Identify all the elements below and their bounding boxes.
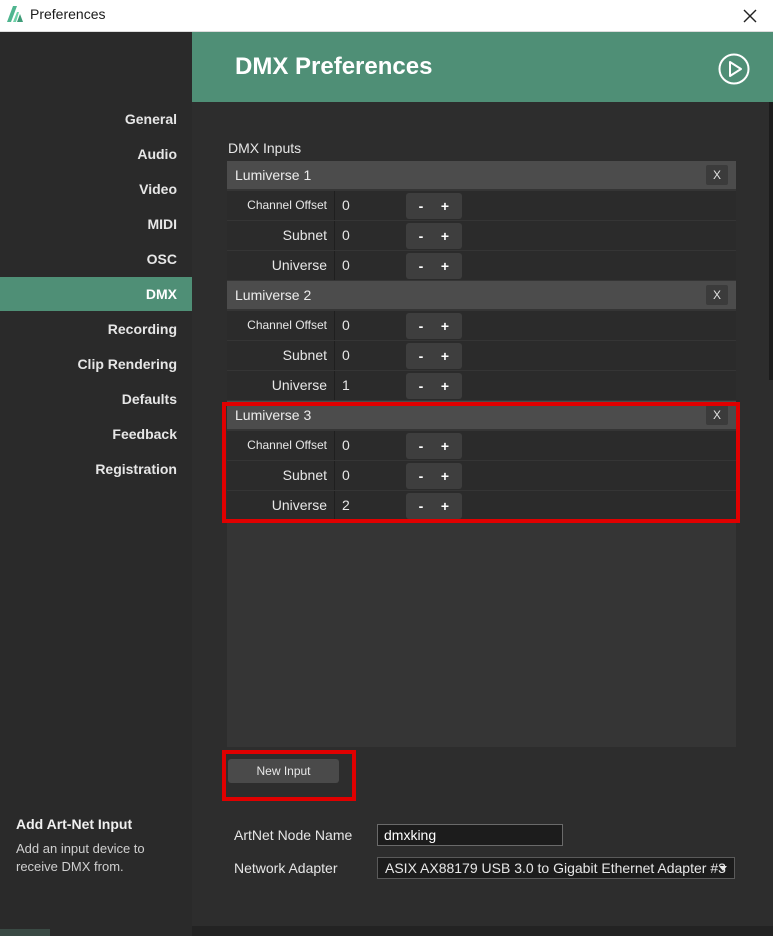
sidebar-item-dmx[interactable]: DMX [0,277,192,311]
universe-row: Universe 0 - + [227,251,736,280]
network-adapter-label: Network Adapter [234,860,338,876]
value-stepper: - + [406,223,462,249]
value-stepper: - + [406,193,462,219]
sidebar-item-video[interactable]: Video [0,172,192,206]
highlight-box [222,402,740,523]
universe-field[interactable]: 1 [342,371,350,400]
subnet-field[interactable]: 0 [342,221,350,250]
sidebar: General Audio Video MIDI OSC DMX Recordi… [0,32,192,936]
decrement-button[interactable]: - [409,253,433,279]
sidebar-item-registration[interactable]: Registration [0,452,192,486]
help-text: Add an input device to receive DMX from. [16,841,145,874]
decrement-button[interactable]: - [409,223,433,249]
remove-lumiverse-button[interactable]: X [706,285,728,305]
lumiverse-name: Lumiverse 2 [235,287,312,303]
row-divider [334,311,335,340]
play-circle-icon[interactable] [718,53,750,85]
sidebar-item-feedback[interactable]: Feedback [0,417,192,451]
channel-offset-row: Channel Offset 0 - + [227,191,736,220]
decrement-button[interactable]: - [409,373,433,399]
row-label: Universe [271,377,327,393]
decrement-button[interactable]: - [409,313,433,339]
row-divider [334,251,335,280]
artnet-node-name-label: ArtNet Node Name [234,827,353,843]
sidebar-item-midi[interactable]: MIDI [0,207,192,241]
channel-offset-field[interactable]: 0 [342,311,350,340]
sidebar-item-defaults[interactable]: Defaults [0,382,192,416]
lumiverse-group: Lumiverse 1 X Channel Offset 0 - + Subne… [227,161,736,281]
subnet-row: Subnet 0 - + [227,341,736,370]
lumiverse-header: Lumiverse 1 X [227,161,736,189]
increment-button[interactable]: + [433,253,457,279]
main-panel: DMX Preferences DMX Inputs Lumiverse 1 X… [192,32,773,936]
scrollbar[interactable] [769,102,773,380]
page-title: DMX Preferences [235,53,433,80]
title-bar: Preferences [0,0,773,32]
value-stepper: - + [406,373,462,399]
sidebar-item-recording[interactable]: Recording [0,312,192,346]
decrement-button[interactable]: - [409,193,433,219]
network-adapter-value: ASIX AX88179 USB 3.0 to Gigabit Ethernet… [385,860,726,876]
increment-button[interactable]: + [433,343,457,369]
channel-offset-row: Channel Offset 0 - + [227,311,736,340]
row-divider [334,221,335,250]
row-label: Universe [271,257,327,273]
value-stepper: - + [406,313,462,339]
remove-lumiverse-button[interactable]: X [706,165,728,185]
row-divider [334,191,335,220]
row-label: Subnet [282,347,327,363]
row-label: Subnet [282,227,327,243]
subnet-field[interactable]: 0 [342,341,350,370]
row-label: Channel Offset [247,318,327,332]
page-header: DMX Preferences [192,32,773,102]
increment-button[interactable]: + [433,223,457,249]
increment-button[interactable]: + [433,373,457,399]
close-button[interactable] [727,0,773,31]
lumiverse-group: Lumiverse 2 X Channel Offset 0 - + Subne… [227,281,736,401]
subnet-row: Subnet 0 - + [227,221,736,250]
sidebar-item-osc[interactable]: OSC [0,242,192,276]
window-title: Preferences [30,6,106,22]
lumiverse-name: Lumiverse 1 [235,167,312,183]
value-stepper: - + [406,343,462,369]
lumiverse-header: Lumiverse 2 X [227,281,736,309]
network-adapter-select[interactable]: ASIX AX88179 USB 3.0 to Gigabit Ethernet… [377,857,735,879]
row-divider [334,371,335,400]
highlight-box [222,750,356,801]
dmx-inputs-label: DMX Inputs [228,140,302,156]
sidebar-item-audio[interactable]: Audio [0,137,192,171]
sidebar-item-clip-rendering[interactable]: Clip Rendering [0,347,192,381]
row-label: Channel Offset [247,198,327,212]
close-icon [743,9,757,22]
taskbar-glimpse [192,926,773,936]
chevron-down-icon [719,866,727,871]
universe-row: Universe 1 - + [227,371,736,400]
increment-button[interactable]: + [433,193,457,219]
taskbar-glimpse [0,929,50,936]
artnet-node-name-field[interactable] [377,824,563,846]
increment-button[interactable]: + [433,313,457,339]
help-title: Add Art-Net Input [16,816,133,832]
row-divider [334,341,335,370]
universe-field[interactable]: 0 [342,251,350,280]
decrement-button[interactable]: - [409,343,433,369]
channel-offset-field[interactable]: 0 [342,191,350,220]
value-stepper: - + [406,253,462,279]
resolume-logo-icon [7,6,23,22]
sidebar-item-general[interactable]: General [0,102,192,136]
